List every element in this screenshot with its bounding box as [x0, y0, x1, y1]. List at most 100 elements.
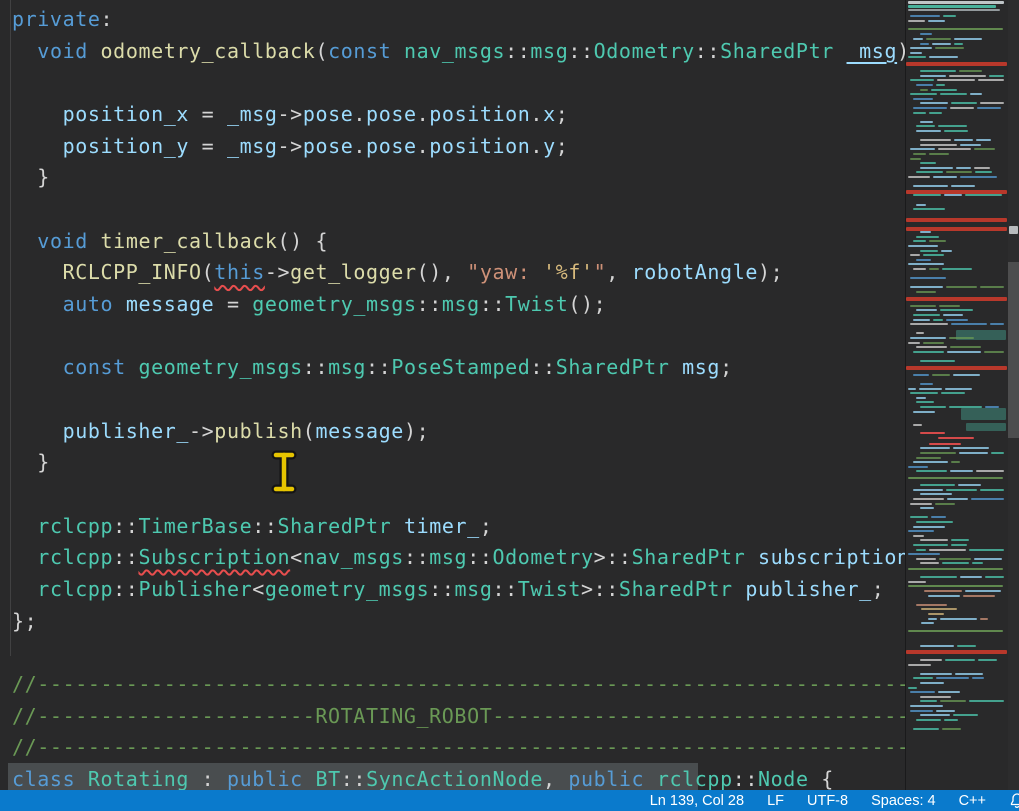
- minimap-mark: [961, 408, 1006, 420]
- code-line-6[interactable]: [0, 193, 12, 225]
- scrollbar-thumb[interactable]: [1008, 262, 1019, 438]
- minimap-mark: [913, 544, 948, 546]
- code-token: [733, 577, 746, 601]
- code-token: _msg: [227, 134, 278, 158]
- minimap-mark: [957, 645, 975, 647]
- minimap-mark: [916, 558, 936, 560]
- minimap-mark: [908, 388, 916, 390]
- code-token: [113, 292, 126, 316]
- code-token: ::: [733, 767, 758, 790]
- minimap-mark: [953, 374, 980, 376]
- minimap-mark: [942, 562, 969, 564]
- code-token: SharedPtr: [720, 39, 834, 63]
- minimap-mark: [938, 125, 967, 127]
- code-token: ::: [429, 577, 454, 601]
- code-line-0[interactable]: private:: [0, 3, 113, 35]
- code-line-19[interactable]: };: [0, 605, 37, 637]
- code-line-4[interactable]: position_y = _msg->pose.pose.position.y;: [0, 130, 568, 162]
- code-line-7[interactable]: void timer_callback() {: [0, 225, 328, 257]
- code-line-24[interactable]: class Rotating : public BT::SyncActionNo…: [0, 763, 834, 790]
- bell-icon[interactable]: [1009, 792, 1019, 809]
- minimap-mark: [938, 437, 975, 439]
- status-indentation[interactable]: Spaces: 4: [871, 793, 936, 809]
- code-line-15[interactable]: [0, 478, 12, 510]
- status-items: Ln 139, Col 28 LF UTF-8 Spaces: 4 C++: [650, 793, 986, 809]
- code-token: ::: [252, 514, 277, 538]
- minimap-mark: [980, 489, 1004, 491]
- minimap-mark: [931, 516, 946, 518]
- minimap-mark: [965, 194, 1002, 196]
- code-line-12[interactable]: [0, 383, 12, 415]
- minimap-mark: [947, 498, 968, 500]
- code-line-5[interactable]: }: [0, 161, 50, 193]
- minimap-mark: [913, 268, 926, 270]
- minimap-mark: [910, 337, 946, 339]
- code-line-1[interactable]: void odometry_callback(const nav_msgs::m…: [0, 35, 905, 67]
- minimap-mark: [908, 1, 1004, 4]
- status-language[interactable]: C++: [959, 793, 986, 809]
- minimap-mark: [908, 245, 938, 247]
- code-line-16[interactable]: rclcpp::TimerBase::SharedPtr timer_;: [0, 510, 492, 542]
- minimap-mark: [910, 15, 940, 17]
- scrollbar[interactable]: [1008, 0, 1019, 790]
- code-token: .: [417, 102, 430, 126]
- code-token: ;: [556, 134, 569, 158]
- code-line-18[interactable]: rclcpp::Publisher<geometry_msgs::msg::Tw…: [0, 573, 884, 605]
- code-line-23[interactable]: //--------------------------------------…: [0, 731, 905, 763]
- code-line-11[interactable]: const geometry_msgs::msg::PoseStamped::S…: [0, 351, 733, 383]
- code-line-8[interactable]: RCLCPP_INFO(this->get_logger(), "yaw: '%…: [0, 256, 783, 288]
- code-token: SharedPtr: [556, 355, 670, 379]
- code-token: .: [353, 134, 366, 158]
- vscode-window: private: void odometry_callback(const na…: [0, 0, 1019, 811]
- minimap-mark: [990, 323, 1004, 325]
- minimap-mark: [960, 176, 997, 178]
- minimap-mark: [916, 259, 931, 261]
- minimap-mark: [943, 314, 964, 316]
- minimap-mark: [974, 167, 990, 169]
- code-line-2[interactable]: [0, 66, 12, 98]
- code-line-10[interactable]: [0, 320, 12, 352]
- minimap-mark: [923, 254, 944, 256]
- minimap-mark: [920, 507, 934, 509]
- code-line-13[interactable]: publisher_->publish(message);: [0, 415, 429, 447]
- code-token: ;: [872, 577, 885, 601]
- minimap-mark: [943, 15, 956, 17]
- code-token: ->: [265, 260, 290, 284]
- code-token: ::: [417, 292, 442, 316]
- code-token: msg: [682, 355, 720, 379]
- code-token: subscription_: [758, 545, 905, 569]
- minimap-mark: [969, 549, 1003, 551]
- minimap[interactable]: [905, 0, 1009, 792]
- minimap-mark: [953, 714, 978, 716]
- code-token: ->: [189, 419, 214, 443]
- code-token: (: [202, 260, 215, 284]
- status-eol[interactable]: LF: [767, 793, 784, 809]
- code-line-17[interactable]: rclcpp::Subscription<nav_msgs::msg::Odom…: [0, 541, 905, 573]
- minimap-mark: [916, 457, 941, 459]
- minimap-mark: [920, 43, 929, 45]
- minimap-mark: [916, 291, 936, 293]
- code-token: ::: [113, 577, 138, 601]
- code-token: Twist: [518, 577, 581, 601]
- code-token: msg: [442, 292, 480, 316]
- code-line-9[interactable]: auto message = geometry_msgs::msg::Twist…: [0, 288, 606, 320]
- minimap-mark: [920, 539, 948, 541]
- minimap-mark: [916, 401, 934, 403]
- status-encoding[interactable]: UTF-8: [807, 793, 848, 809]
- code-line-20[interactable]: [0, 636, 12, 668]
- minimap-mark: [985, 406, 999, 408]
- code-token: "yaw:: [467, 260, 543, 284]
- status-line-col[interactable]: Ln 139, Col 28: [650, 793, 744, 809]
- code-line-14[interactable]: }: [0, 446, 50, 478]
- minimap-mark: [913, 489, 943, 491]
- minimap-mark: [921, 622, 934, 624]
- minimap-mark: [975, 171, 991, 173]
- code-line-22[interactable]: //----------------------ROTATING_ROBOT--…: [0, 700, 905, 732]
- code-token: [12, 229, 37, 253]
- code-line-21[interactable]: //--------------------------------------…: [0, 668, 905, 700]
- code-token: publish: [214, 419, 303, 443]
- code-token: [126, 355, 139, 379]
- code-editor[interactable]: private: void odometry_callback(const na…: [0, 0, 905, 790]
- code-line-3[interactable]: position_x = _msg->pose.pose.position.x;: [0, 98, 568, 130]
- minimap-mark: [920, 714, 950, 716]
